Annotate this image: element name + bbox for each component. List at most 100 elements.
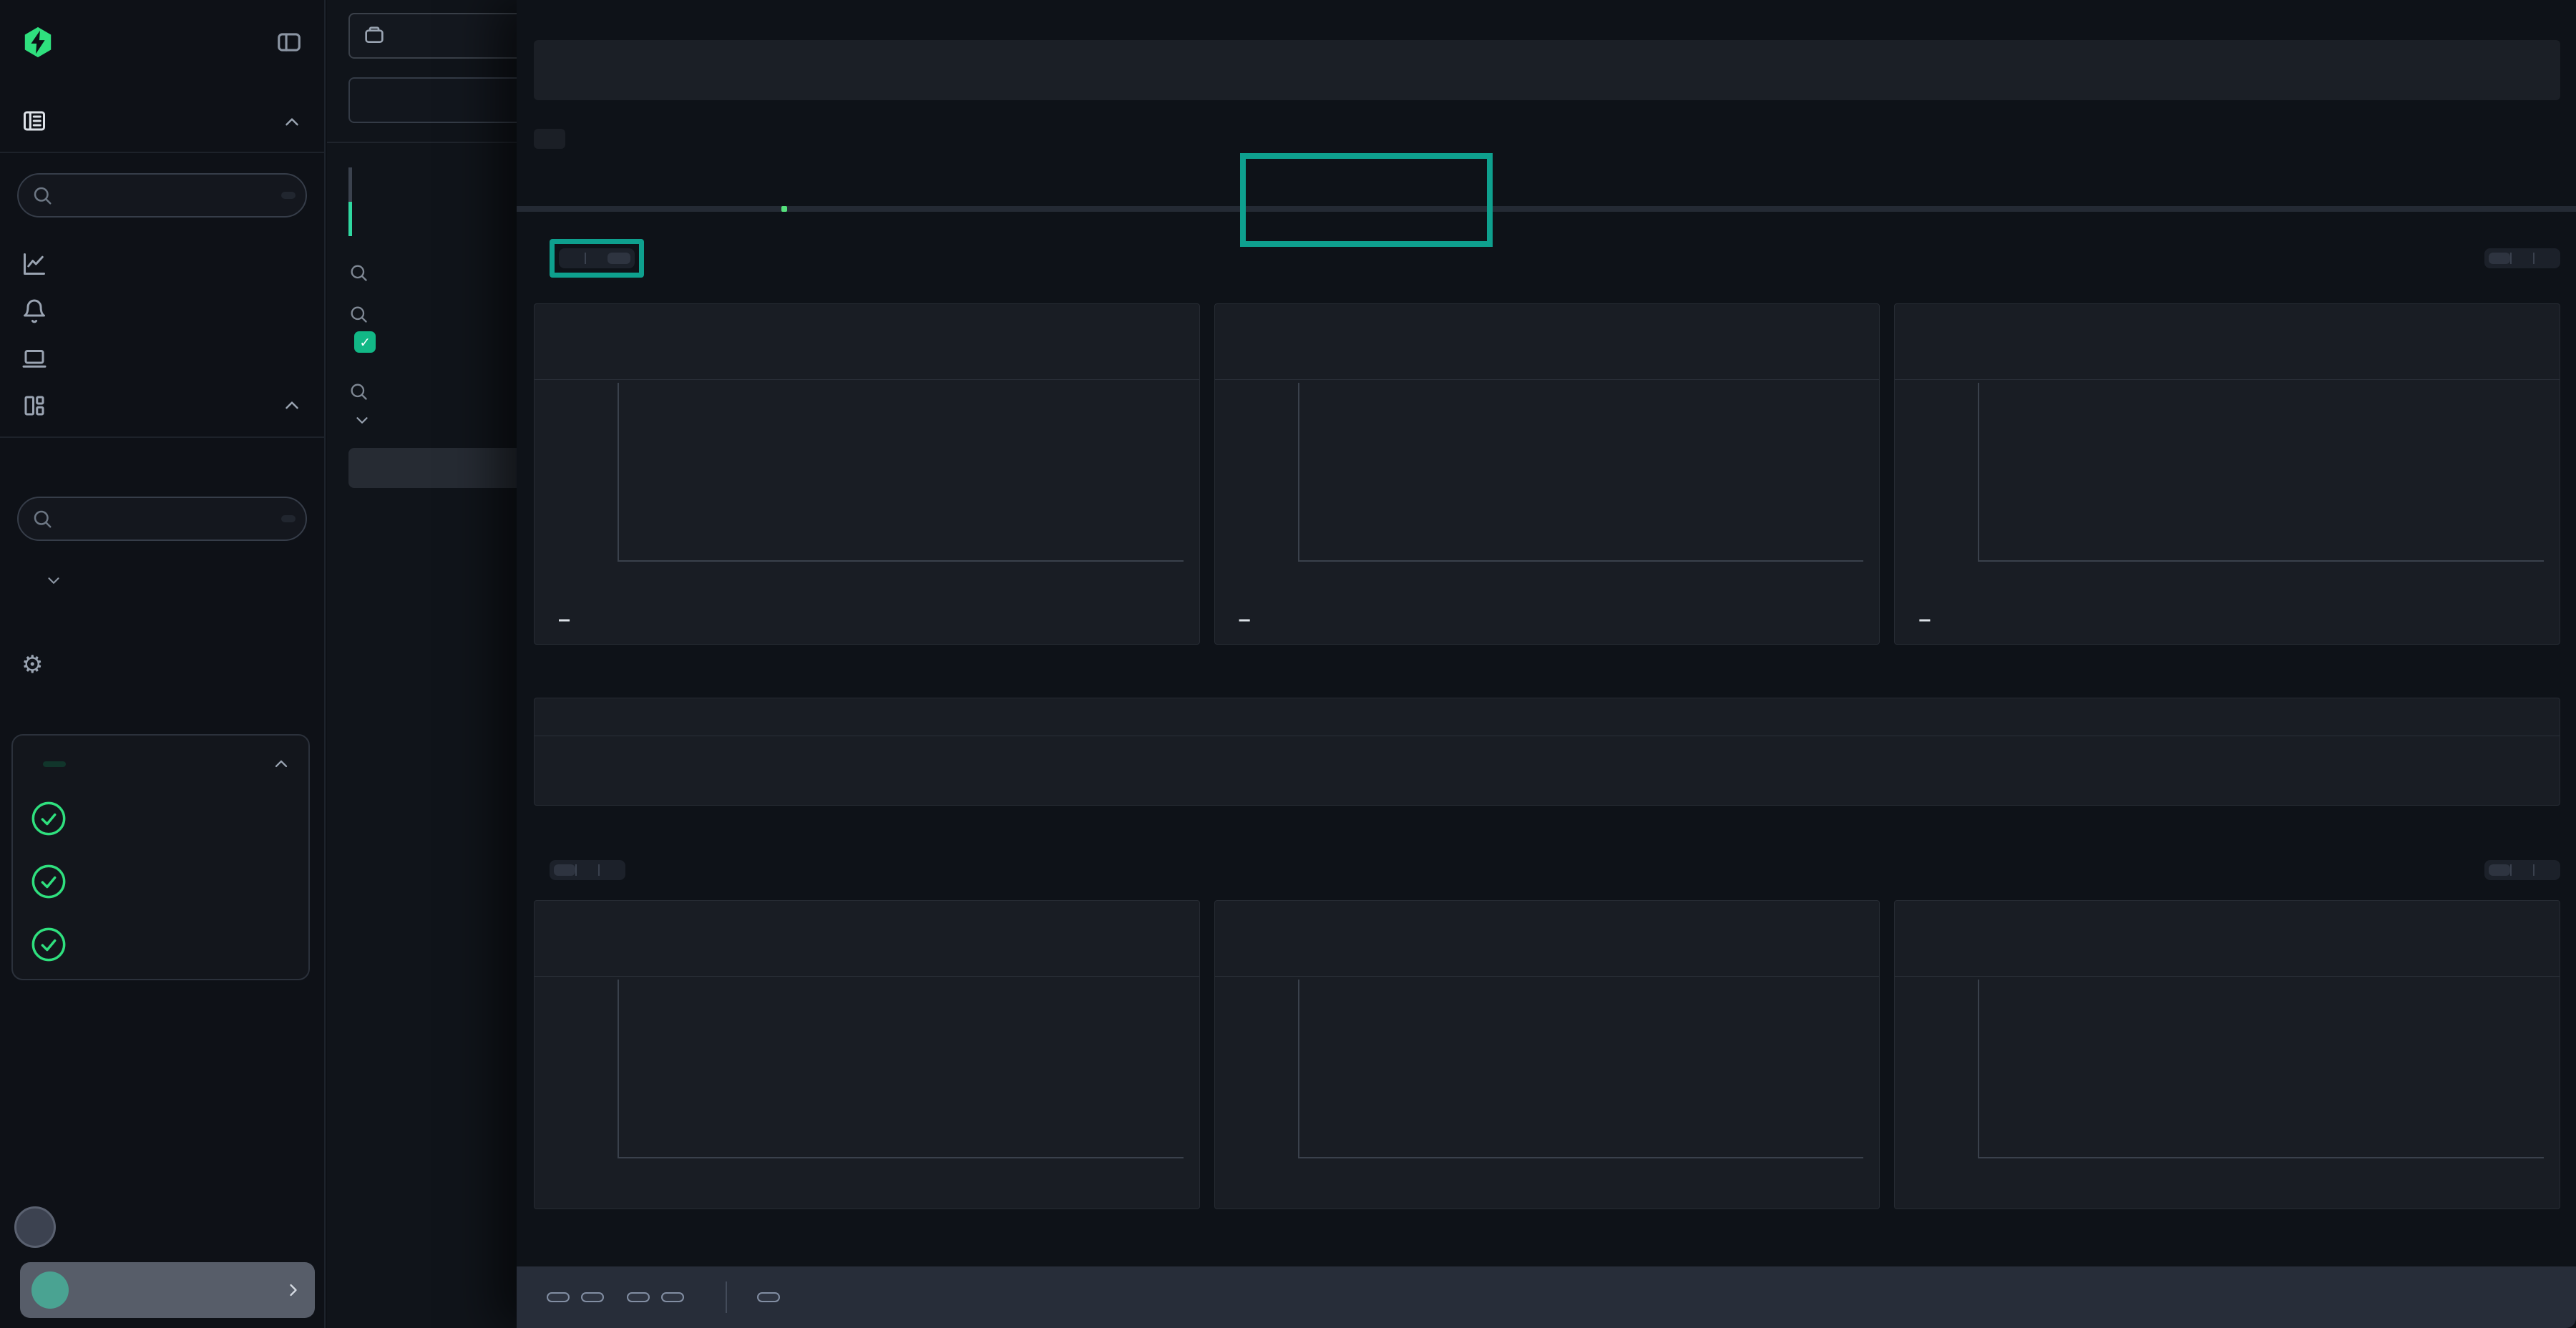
chart-plot[interactable] <box>1298 980 1864 1158</box>
pod-size-lg[interactable] <box>2533 253 2556 264</box>
node-section-header <box>517 860 2576 880</box>
node-size-lg[interactable] <box>2533 864 2556 876</box>
event-body-card <box>534 40 2560 100</box>
sidebar-item-alerts[interactable] <box>0 288 324 335</box>
laptop-icon <box>21 346 47 371</box>
chevron-down-icon <box>44 571 63 590</box>
node-size-md[interactable] <box>2510 864 2533 876</box>
node-charts-row: — — — <box>534 900 2560 1209</box>
checkbox-checked[interactable]: ✓ <box>354 331 376 353</box>
y-axis <box>1895 980 1974 1158</box>
chart-plot[interactable] <box>618 383 1184 562</box>
annotation-box-infrastructure-tab <box>1240 153 1493 247</box>
search-icon[interactable] <box>348 381 369 401</box>
saved-searches-input[interactable] <box>17 173 307 218</box>
node-range-control <box>550 860 625 880</box>
chart-legend: — <box>559 609 1199 630</box>
pod-timeline-title <box>535 698 2560 736</box>
chart-plot[interactable] <box>1298 383 1864 562</box>
node-size-control <box>2484 860 2560 880</box>
chart-legend: — <box>559 1206 1199 1209</box>
search-icon <box>31 508 53 529</box>
check-circle-icon <box>30 800 67 837</box>
pod-timeline-empty <box>535 736 2560 805</box>
check-circle-icon <box>30 863 67 900</box>
shortcut-badge <box>281 192 296 199</box>
esc-key[interactable] <box>757 1292 780 1302</box>
saved-dashboards-input[interactable] <box>17 497 307 541</box>
presets-toggle[interactable] <box>0 564 324 597</box>
search-icon[interactable] <box>348 304 369 324</box>
hyperdx-app: ⚙ <box>0 0 2576 1328</box>
left-arrow-key[interactable] <box>547 1292 570 1302</box>
avatar <box>31 1271 69 1309</box>
bell-icon <box>21 298 47 324</box>
pod-range-1d[interactable] <box>608 253 630 264</box>
sidebar-item-search[interactable] <box>0 100 324 145</box>
divider <box>0 436 324 438</box>
node-range-1d[interactable] <box>598 864 621 876</box>
x-axis <box>1895 1168 2560 1200</box>
pod-memory-chart: — <box>1214 303 1880 645</box>
node-memory-chart: — <box>1214 900 1880 1209</box>
annotation-box-pod-range <box>550 239 644 278</box>
x-axis <box>1215 1168 1880 1200</box>
chart-legend: — <box>1919 609 2560 630</box>
pod-size-sm[interactable] <box>2489 253 2510 264</box>
chevron-up-icon[interactable] <box>281 395 303 416</box>
servicename-chip[interactable] <box>534 129 565 149</box>
chart-plot[interactable] <box>1978 980 2544 1158</box>
y-axis <box>535 383 613 562</box>
node-range-30m[interactable] <box>554 864 575 876</box>
chart-legend: — <box>1239 1206 1880 1209</box>
pod-size-md[interactable] <box>2510 253 2533 264</box>
k-key[interactable] <box>627 1292 650 1302</box>
node-range-1h[interactable] <box>575 864 598 876</box>
pod-range-30m[interactable] <box>563 253 585 264</box>
pod-cpu-chart: — <box>534 303 1200 645</box>
saved-searches-field[interactable] <box>63 185 271 207</box>
chart-plot[interactable] <box>1978 383 2544 562</box>
source-selector-button[interactable] <box>348 13 537 59</box>
sidebar-item-team-settings[interactable]: ⚙ <box>0 641 324 688</box>
dashboards-grid-icon <box>21 393 47 419</box>
saved-dashboards-field[interactable] <box>63 508 271 530</box>
sidebar-item-chart-explorer[interactable] <box>0 240 324 288</box>
j-key[interactable] <box>661 1292 684 1302</box>
chevron-up-icon[interactable] <box>281 112 303 133</box>
shortcut-badge <box>281 515 296 522</box>
get-started-item[interactable] <box>30 859 291 900</box>
get-started-item[interactable] <box>30 796 291 837</box>
chart-plot[interactable] <box>618 980 1184 1158</box>
sidebar-item-client-sessions[interactable] <box>0 335 324 382</box>
event-header <box>517 0 2576 21</box>
chevron-up-icon[interactable] <box>271 754 291 774</box>
y-axis <box>1215 980 1294 1158</box>
get-started-item[interactable] <box>30 922 291 963</box>
hyperdx-logo-icon <box>21 26 54 59</box>
brand-row <box>0 0 324 59</box>
create-dashboard-button[interactable] <box>0 448 324 489</box>
pod-charts-row: — — — <box>534 303 2560 645</box>
event-details-panel: — — — <box>517 0 2576 1328</box>
user-profile-card[interactable] <box>20 1262 315 1318</box>
help-button[interactable] <box>14 1206 56 1248</box>
chevron-right-icon <box>283 1280 303 1300</box>
pod-range-1h[interactable] <box>585 253 608 264</box>
x-axis <box>1895 572 2560 603</box>
event-navigation-footer <box>517 1266 2576 1328</box>
pod-disk-chart: — <box>1894 303 2560 645</box>
get-started-progress-badge <box>43 761 66 767</box>
node-size-sm[interactable] <box>2489 864 2510 876</box>
search-section-icon <box>21 108 47 137</box>
search-icon[interactable] <box>348 263 369 283</box>
event-search-input[interactable] <box>348 77 537 123</box>
y-axis <box>1215 383 1294 562</box>
logs-source-icon <box>363 24 386 47</box>
chevron-down-icon <box>353 411 371 429</box>
collapse-sidebar-icon[interactable] <box>275 29 303 56</box>
x-axis <box>535 1168 1199 1200</box>
right-arrow-key[interactable] <box>581 1292 604 1302</box>
x-axis <box>535 572 1199 603</box>
sidebar-item-dashboards[interactable] <box>0 382 324 429</box>
